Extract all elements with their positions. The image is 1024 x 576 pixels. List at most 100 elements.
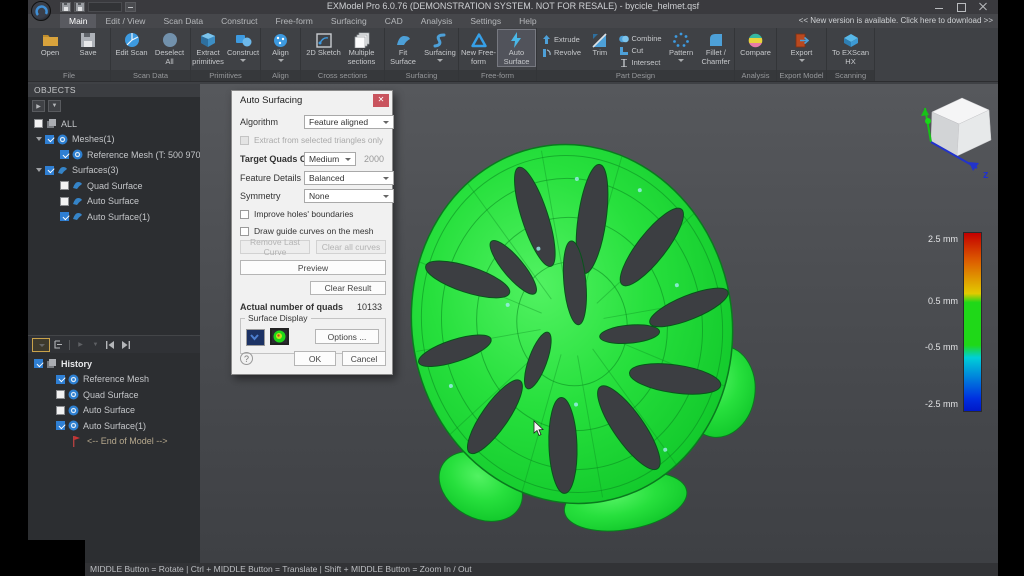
new-free-form-button[interactable]: New Free-form [460, 30, 497, 66]
checkbox[interactable] [34, 119, 43, 128]
open-button[interactable]: Open [32, 30, 69, 58]
auto-surface-button[interactable]: Auto Surface [498, 30, 535, 66]
tab-main[interactable]: Main [60, 14, 96, 28]
tree-item-quad-surface[interactable]: Quad Surface [28, 178, 200, 194]
checkbox[interactable] [240, 227, 249, 236]
tree-item-meshes[interactable]: Meshes(1) [28, 132, 200, 148]
checkbox[interactable] [60, 181, 69, 190]
target-quads-select[interactable]: Medium [304, 152, 356, 166]
checkbox[interactable] [240, 210, 249, 219]
help-button[interactable]: ? [240, 352, 253, 365]
minimize-button[interactable] [928, 0, 950, 13]
tab-cad[interactable]: CAD [376, 14, 412, 28]
align-button[interactable]: Align [262, 30, 299, 62]
app-logo-icon[interactable] [31, 1, 51, 21]
intersect-button[interactable]: Intersect [616, 57, 665, 68]
improve-holes-checkbox-row[interactable]: Improve holes' boundaries [240, 207, 384, 221]
checkbox[interactable] [56, 421, 65, 430]
draw-guide-curves-checkbox-row[interactable]: Draw guide curves on the mesh [240, 224, 384, 238]
filter-hide-icon[interactable]: ▼ [48, 100, 61, 112]
list-view-icon[interactable] [32, 338, 50, 352]
skip-to-end-icon[interactable] [119, 338, 132, 351]
history-item-quad-surface[interactable]: Quad Surface [28, 387, 200, 403]
tab-free-form[interactable]: Free-form [267, 14, 322, 28]
solid-display-button[interactable] [246, 329, 265, 346]
to-exscan-hx-button[interactable]: To EXScan HX [829, 30, 873, 66]
preview-button[interactable]: Preview [240, 260, 386, 275]
checkbox[interactable] [45, 166, 54, 175]
tree-view-icon[interactable] [52, 338, 65, 351]
deselect-all-button[interactable]: Deselect All [151, 30, 188, 66]
multiple-sections-button[interactable]: Multiple sections [343, 30, 380, 66]
tab-help[interactable]: Help [510, 14, 545, 28]
close-button[interactable] [972, 0, 994, 13]
dialog-title-bar[interactable]: Auto Surfacing ✕ [232, 91, 392, 109]
tab-surfacing[interactable]: Surfacing [322, 14, 376, 28]
clear-result-button[interactable]: Clear Result [310, 281, 386, 295]
fit-surface-button[interactable]: Fit Surface [385, 30, 421, 66]
tab-scan-data[interactable]: Scan Data [154, 14, 212, 28]
extract-primitives-button[interactable]: Extract primitives [191, 30, 225, 66]
options-button[interactable]: Options ... [315, 329, 379, 344]
construct-button[interactable]: Construct [226, 30, 260, 62]
checkbox[interactable] [45, 135, 54, 144]
surfacing-button[interactable]: Surfacing [422, 30, 458, 62]
ok-button[interactable]: OK [294, 351, 336, 366]
checkbox[interactable] [56, 390, 65, 399]
tree-item-auto-surface-1[interactable]: Auto Surface(1) [28, 209, 200, 225]
tree-item-auto-surface[interactable]: Auto Surface [28, 194, 200, 210]
history-root[interactable]: History [28, 356, 200, 372]
extrude-button[interactable]: Extrude [539, 33, 584, 45]
maximize-button[interactable] [950, 0, 972, 13]
filter-show-icon[interactable]: ▶ [74, 338, 87, 351]
tab-analysis[interactable]: Analysis [412, 14, 462, 28]
tree-item-all[interactable]: ALL [28, 116, 200, 132]
checkbox[interactable] [56, 375, 65, 384]
symmetry-select[interactable]: None [304, 189, 394, 203]
trim-button[interactable]: Trim [585, 30, 614, 58]
expander-icon[interactable] [36, 137, 42, 141]
cut-button[interactable]: Cut [616, 45, 665, 56]
save-button[interactable]: Save [70, 30, 107, 58]
tab-edit-view[interactable]: Edit / View [96, 14, 154, 28]
algorithm-select[interactable]: Feature aligned [304, 115, 394, 129]
filter-show-icon[interactable]: ▶ [32, 100, 45, 112]
pattern-button[interactable]: Pattern [666, 30, 697, 62]
edit-scan-button[interactable]: Edit Scan [113, 30, 150, 58]
checkbox[interactable] [240, 136, 249, 145]
2d-sketch-button[interactable]: 2D Sketch [305, 30, 342, 58]
checkbox[interactable] [34, 359, 43, 368]
filter-hide-icon[interactable]: ▼ [89, 338, 102, 351]
export-icon [795, 31, 809, 49]
history-item-auto-surface-1[interactable]: Auto Surface(1) [28, 418, 200, 434]
feature-details-select[interactable]: Balanced [304, 171, 394, 185]
extract-triangles-checkbox-row[interactable]: Extract from selected triangles only [240, 133, 384, 147]
revolve-button[interactable]: Revolve [539, 46, 584, 58]
dialog-close-icon[interactable]: ✕ [373, 94, 389, 107]
compare-button[interactable]: Compare [737, 30, 774, 58]
skip-to-start-icon[interactable] [104, 338, 117, 351]
checkbox[interactable] [60, 212, 69, 221]
actual-quads-row: Actual number of quads 10133 [240, 300, 384, 314]
combine-button[interactable]: Combine [616, 33, 665, 44]
ribbon-group-export-model: Export Export Model [777, 28, 827, 81]
tree-item-reference-mesh[interactable]: Reference Mesh (T: 500 970) [28, 147, 200, 163]
fillet-chamfer-button[interactable]: Fillet / Chamfer [698, 30, 734, 66]
checkbox[interactable] [60, 197, 69, 206]
update-notification-link[interactable]: << New version is available. Click here … [799, 16, 993, 25]
tab-settings[interactable]: Settings [461, 14, 510, 28]
checkbox[interactable] [56, 406, 65, 415]
checkbox[interactable] [60, 150, 69, 159]
clear-all-curves-button[interactable]: Clear all curves [316, 240, 386, 254]
history-item-reference-mesh[interactable]: Reference Mesh [28, 372, 200, 388]
tab-construct[interactable]: Construct [212, 14, 266, 28]
cancel-button[interactable]: Cancel [342, 351, 386, 366]
export-button[interactable]: Export [783, 30, 820, 62]
view-cube[interactable]: z [915, 88, 998, 184]
tree-item-surfaces[interactable]: Surfaces(3) [28, 163, 200, 179]
expander-icon[interactable] [36, 168, 42, 172]
surface-display-label: Surface Display [245, 313, 311, 323]
remove-last-curve-button[interactable]: Remove Last Curve [240, 240, 310, 254]
deviation-display-button[interactable] [270, 328, 289, 345]
history-item-auto-surface[interactable]: Auto Surface [28, 403, 200, 419]
